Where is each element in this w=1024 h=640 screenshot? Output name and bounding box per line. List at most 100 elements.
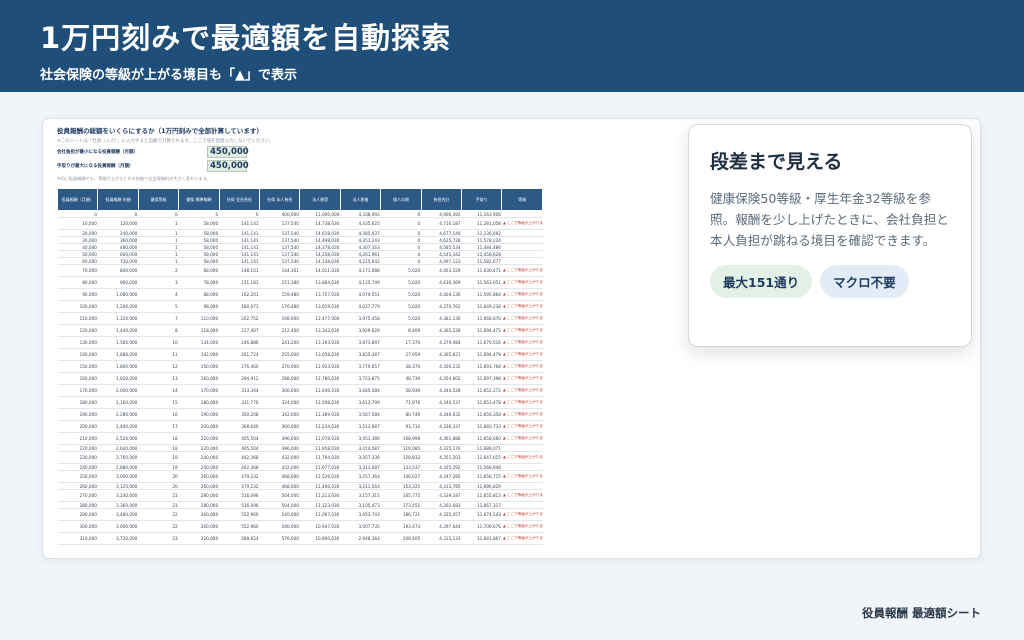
table-cell: 20 (138, 470, 179, 483)
table-row: 250,000 3,000,000 20 260,000 479,232 468,000 1… (57, 470, 543, 483)
table-cell: 70,000 (57, 264, 98, 277)
table-cell: 2,040,000 (97, 384, 139, 397)
table-cell: 8 (138, 324, 179, 337)
grade-warning-cell: ▲ ここで等級が上がります (501, 532, 543, 545)
table-cell: 432,000 (259, 463, 300, 471)
table-cell: 13,342,030 (299, 324, 341, 337)
table-row: 90,000 1,080,000 4 88,000 162,201 159,480 13,7… (57, 288, 543, 301)
grade-warning-cell: ▲ ここで等級が上がります (501, 384, 543, 397)
table-cell: 4,346,632 (421, 408, 462, 421)
table-cell: 212,400 (259, 324, 300, 337)
table-cell: 4,351,243 (340, 236, 381, 244)
grade-warning-cell: ▲ ここで等級が上がります (501, 217, 543, 230)
table-cell: 396,000 (259, 444, 300, 452)
grade-warning-cell (501, 229, 543, 237)
table-cell: 5,020 (380, 312, 422, 325)
table-cell: 2,880,000 (97, 463, 139, 471)
table-cell: 516,096 (219, 501, 260, 509)
table-cell: 4,381,130 (421, 312, 462, 325)
table-cell: 110,000 (57, 312, 98, 325)
table-cell: 3,779,657 (340, 360, 381, 373)
table-cell: 4,625,728 (421, 236, 462, 244)
table-cell: 241,200 (259, 336, 300, 349)
table-cell: 190,000 (178, 408, 220, 421)
table-cell: 0 (380, 250, 422, 258)
table-cell: 11,697,398 (461, 372, 502, 385)
table-cell: 12,078,030 (299, 432, 341, 445)
table-cell: 40,000 (57, 243, 98, 251)
table-cell: 144,361 (259, 264, 300, 277)
table-cell: 13,757,030 (299, 288, 341, 301)
table-cell: 11,668,870 (461, 312, 502, 325)
table-row: 190,000 2,280,000 16 190,000 350,208 342,000 1… (57, 408, 543, 421)
table-cell: 11,652,272 (461, 384, 502, 397)
table-row: 10,000 120,000 1 58,000 141,141 137,540 14,738… (57, 217, 543, 230)
table-row: 260,000 3,120,000 20 260,000 479,232 468,000 1… (57, 482, 543, 490)
table-cell: 400,000 (259, 210, 300, 218)
table-cell: 479,232 (219, 470, 260, 483)
table-cell: 2,760,000 (97, 451, 139, 464)
table-cell: 4,356,232 (421, 360, 462, 373)
table-cell: 1,440,000 (97, 324, 139, 337)
table-row: 100,000 1,200,000 5 98,000 180,073 176,480 13,… (57, 300, 543, 313)
table-cell: 11,686,829 (461, 482, 502, 490)
table-cell: 11,658,060 (461, 432, 502, 445)
table-cell: 3 (138, 276, 179, 289)
table-cell: 12,508,030 (299, 396, 341, 409)
table-cell: 130,000 (57, 336, 98, 349)
table-cell: 11,213,030 (299, 489, 341, 502)
table-cell: 93,710 (380, 420, 422, 433)
max-takehome-row: 手取りが最大になる役員報酬（月額） 450,000 (57, 160, 543, 172)
table-cell: 4,297,644 (421, 520, 462, 533)
table-row: 120,000 1,440,000 8 118,000 217,407 212,400 13… (57, 324, 543, 337)
grade-warning-cell (501, 501, 543, 509)
table-cell: 3,105,473 (340, 501, 381, 509)
table-cell: 589,824 (219, 532, 260, 545)
table-cell: 11,653,478 (461, 396, 502, 409)
table-cell: 7 (138, 312, 179, 325)
sheet-content: 役員報酬の総額をいくらにするか（1万円刻みで全部計算しています） ※このシートは… (56, 125, 543, 545)
table-column-header: 社保 本人負担 (259, 188, 301, 211)
table-cell: 13,884,030 (299, 276, 341, 289)
table-cell: 21 (138, 501, 179, 509)
table-cell: 14,618,030 (299, 229, 341, 237)
table-column-header: 等級 (501, 188, 543, 211)
table-cell: 479,232 (219, 482, 260, 490)
table-cell: 480,000 (97, 243, 139, 251)
sheet-title: 役員報酬の総額をいくらにするか（1万円刻みで全部計算しています） (57, 127, 263, 135)
grade-warning-cell: ▲ ここで等級が上がります (501, 508, 543, 521)
table-cell: 14,498,030 (299, 236, 341, 244)
table-cell: 11,706,676 (461, 520, 502, 533)
table-cell: 3,723,875 (340, 372, 381, 385)
table-cell: 1,920,000 (97, 372, 139, 385)
table-cell: 331,776 (219, 396, 260, 409)
table-cell: 720,000 (97, 257, 139, 265)
table-body: 0 0 0 0 0 400,000 11,000,000 4,338,092 0 4,906,39… (57, 210, 543, 545)
grade-warning-cell (501, 482, 543, 490)
table-cell: 141,141 (219, 217, 260, 230)
table-cell: 88,000 (178, 288, 220, 301)
table-cell: 13,619,030 (299, 300, 341, 313)
table-cell: 60,000 (57, 257, 98, 265)
table-cell: 11,674,543 (461, 508, 502, 521)
table-cell: 4,340,537 (421, 396, 462, 409)
table-cell: 30,000 (57, 236, 98, 244)
page-subtitle: 社会保険の等級が上がる境目も「▲」で表示 (40, 68, 297, 83)
min-cost-label: 会社負担が最小になる役員報酬（月額） (57, 150, 138, 155)
table-row: 80,000 960,000 3 78,000 151,181 151,380 13,884… (57, 276, 543, 289)
table-cell: 261,724 (219, 348, 260, 361)
table-cell: 2,400,000 (97, 420, 139, 433)
table-row: 50,000 600,000 1 58,000 141,141 137,540 14,258… (57, 250, 543, 258)
table-cell: 294,912 (219, 372, 260, 385)
table-cell: 3,000,000 (97, 470, 139, 483)
table-cell: 5,020 (380, 264, 422, 277)
table-row: 130,000 1,560,000 10 134,000 246,886 241,200 1… (57, 336, 543, 349)
table-cell: 176,480 (259, 300, 300, 313)
table-cell: 10,947,030 (299, 520, 341, 533)
table-cell: 141,141 (219, 229, 260, 237)
table-row: 150,000 1,800,000 12 150,000 276,460 270,000 1… (57, 360, 543, 373)
table-cell: 960,000 (97, 276, 139, 289)
page-title: 1万円刻みで最適額を自動探索 (40, 21, 452, 55)
table-cell: 300,000 (178, 520, 220, 533)
grade-warning-cell: ▲ ここで等級が上がります (501, 360, 543, 373)
